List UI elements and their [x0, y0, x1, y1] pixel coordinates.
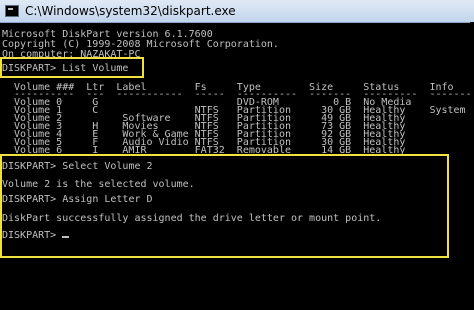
prompt: DISKPART> — [2, 194, 63, 205]
diskpart-window: C:\Windows\system32\diskpart.exe Microso… — [0, 0, 474, 263]
command-list-volume: DISKPART> List Volume — [2, 63, 129, 74]
window-title: C:\Windows\system32\diskpart.exe — [25, 4, 236, 18]
console-icon — [5, 5, 19, 17]
current-prompt[interactable]: DISKPART> — [2, 230, 70, 241]
text-cursor — [62, 236, 70, 238]
console-output[interactable]: Microsoft DiskPart version 6.1.7600 Copy… — [0, 24, 474, 261]
prompt: DISKPART> — [2, 161, 63, 172]
header-line-3: On computer: NAZAKAT-PC — [2, 49, 141, 60]
command-assign-letter: DISKPART> Assign Letter D — [2, 194, 153, 205]
command-select-volume: DISKPART> Select Volume 2 — [2, 161, 153, 172]
command-text: List Volume — [62, 63, 129, 74]
select-result-message: Volume 2 is the selected volume. — [2, 179, 195, 190]
command-text: Assign Letter D — [62, 194, 153, 205]
prompt: DISKPART> — [2, 230, 63, 241]
assign-result-message: DiskPart successfully assigned the drive… — [2, 213, 382, 224]
command-text: Select Volume 2 — [62, 161, 153, 172]
title-bar[interactable]: C:\Windows\system32\diskpart.exe — [0, 0, 474, 23]
prompt: DISKPART> — [2, 63, 63, 74]
table-row: Volume 6 I AMIR FAT32 Removable 14 GB He… — [2, 145, 406, 156]
scrollbar[interactable] — [470, 22, 474, 263]
